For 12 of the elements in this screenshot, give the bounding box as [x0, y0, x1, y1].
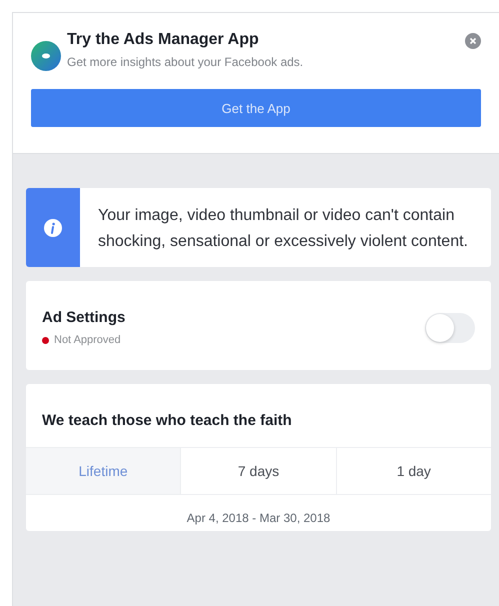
app-logo-icon — [31, 41, 61, 71]
close-icon[interactable] — [465, 33, 481, 49]
status-dot — [42, 336, 49, 344]
promo-subtitle: Get more insights about your Facebook ads. — [67, 55, 304, 69]
date-range: Apr 4, 2018 - Mar 30, 2018 — [186, 510, 332, 527]
promo-title: Try the Ads Manager App — [67, 31, 260, 49]
settings-title: Ad Settings — [42, 309, 126, 326]
toggle-switch[interactable] — [425, 312, 475, 342]
campaign-title: We teach those who teach the faith — [41, 411, 293, 431]
notice-text: Your image, video thumbnail or video can't contain shocking, sensational or excessively violent content. — [97, 206, 469, 252]
info-icon — [44, 218, 62, 236]
status-label: Not Approved — [54, 334, 121, 346]
